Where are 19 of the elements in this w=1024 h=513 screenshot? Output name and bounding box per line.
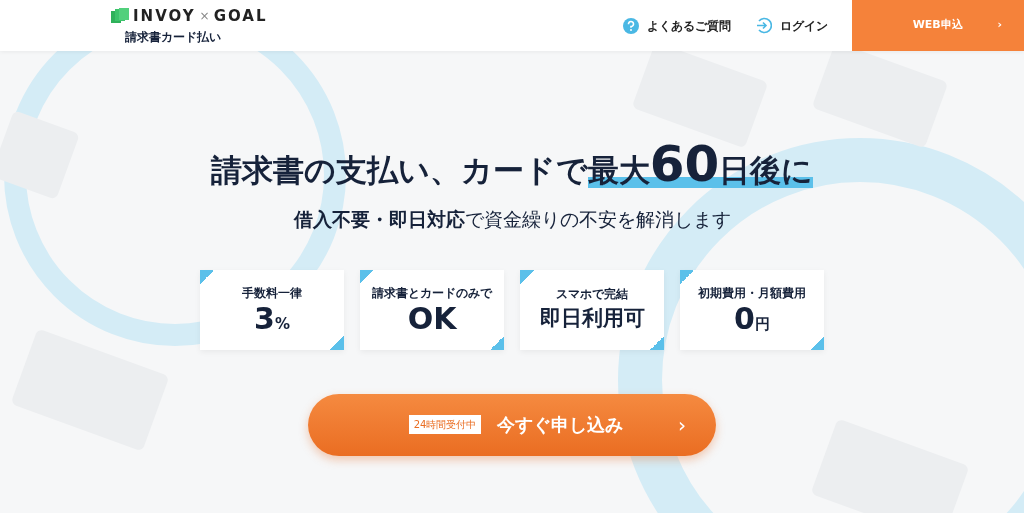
feature-value: OK [407, 302, 457, 335]
faq-link[interactable]: よくあるご質問 [647, 16, 731, 35]
login-link[interactable]: ログイン [780, 16, 828, 35]
login-icon [755, 17, 772, 34]
feature-label: スマホで完結 [556, 285, 628, 303]
partner-name: GOAL [213, 8, 268, 24]
feature-value: 即日利用可 [539, 304, 645, 332]
subheadline: 借入不要・即日対応で資金繰りの不安を解消します [293, 207, 731, 232]
service-name: 請求書カード払い [124, 31, 222, 43]
brand-separator: × [199, 8, 210, 25]
logo-icon [111, 8, 129, 24]
help-icon [623, 17, 639, 34]
feature-value: 3% [254, 302, 290, 335]
hours-badge: 24時間受付中 [408, 415, 482, 434]
feature-label: 初期費用・月額費用 [698, 285, 806, 302]
feature-label: 請求書とカードのみで [372, 285, 492, 302]
brand-name: INVOY [133, 8, 196, 24]
feature-value: 0円 [734, 302, 770, 335]
feature-label: 手数料一律 [242, 285, 302, 302]
